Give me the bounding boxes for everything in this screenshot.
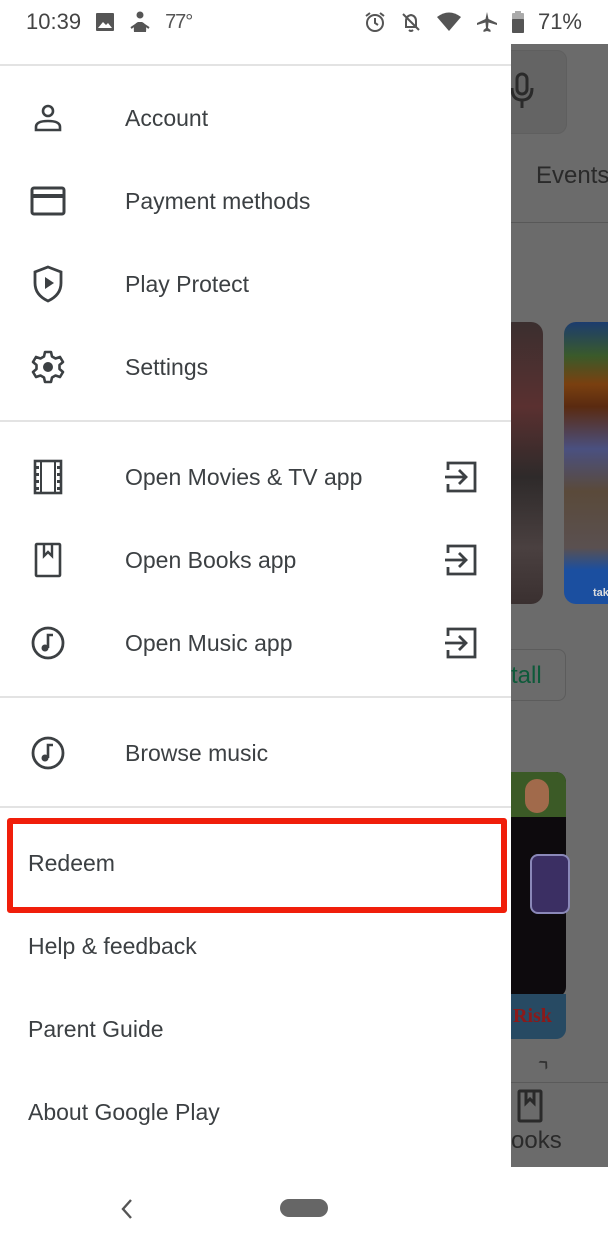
drawer-item-label: Settings <box>125 353 209 380</box>
drawer-item-label: Help & feedback <box>28 932 197 959</box>
drawer-item-label: Open Music app <box>125 629 293 656</box>
open-app-icon[interactable] <box>443 542 479 578</box>
drawer-item-label: Play Protect <box>125 270 249 297</box>
wifi-icon <box>436 12 462 32</box>
drawer-item-play-protect[interactable]: Play Protect <box>0 244 511 324</box>
open-app-icon[interactable] <box>443 459 479 495</box>
navigation-drawer: Account Payment methods Play Protect Set… <box>0 44 511 1167</box>
image-icon <box>95 12 115 32</box>
book-icon <box>517 1089 543 1128</box>
drawer-section-divider <box>0 696 511 698</box>
drawer-top-divider <box>0 64 511 66</box>
notifications-off-icon <box>400 11 422 33</box>
status-bar: 10:39 77° 71% <box>0 0 608 44</box>
alarm-icon <box>364 11 386 33</box>
book-icon <box>30 542 66 578</box>
drawer-item-open-books[interactable]: Open Books app <box>0 520 511 600</box>
back-chevron-icon <box>121 1199 132 1219</box>
drawer-section-divider <box>0 420 511 422</box>
drawer-item-label: Payment methods <box>125 187 311 214</box>
music-note-icon <box>30 735 66 771</box>
drawer-item-redeem[interactable]: Redeem <box>0 823 511 903</box>
background-nav-label: ooks <box>511 1127 562 1154</box>
drawer-item-browse-music[interactable]: Browse music <box>0 713 511 793</box>
home-button[interactable] <box>280 1199 328 1217</box>
drawer-item-label: Parent Guide <box>28 1015 164 1042</box>
film-icon <box>30 459 66 495</box>
background-app-tile <box>530 854 570 914</box>
background-app-scrim[interactable]: Events tak tall Risk › ooks <box>511 42 608 1167</box>
drawer-item-about-google-play[interactable]: About Google Play <box>0 1072 511 1152</box>
drawer-item-parent-guide[interactable]: Parent Guide <box>0 989 511 1069</box>
music-note-icon <box>30 625 66 661</box>
battery-percent: 71% <box>537 9 582 34</box>
background-app-title: Risk <box>513 1005 552 1027</box>
back-button[interactable] <box>112 1191 142 1227</box>
drawer-item-label: Browse music <box>125 739 269 766</box>
background-tab-divider <box>511 222 608 223</box>
background-install-label: tall <box>511 662 542 689</box>
background-nav-divider <box>511 1082 608 1083</box>
drawer-item-open-movies-tv[interactable]: Open Movies & TV app <box>0 437 511 517</box>
background-app-avatar <box>525 779 549 813</box>
drawer-item-label: Open Books app <box>125 546 297 573</box>
background-card <box>564 322 608 604</box>
drawer-item-help-feedback[interactable]: Help & feedback <box>0 906 511 986</box>
drawer-item-label: Account <box>125 104 209 131</box>
system-navigation-bar <box>0 1167 608 1250</box>
microphone-icon <box>511 72 537 117</box>
drawer-item-label: Redeem <box>28 849 115 876</box>
settings-gear-icon <box>30 349 66 385</box>
play-protect-shield-icon <box>30 265 66 303</box>
open-app-icon[interactable] <box>443 625 479 661</box>
airplane-icon <box>476 11 498 33</box>
background-tab-events: Events <box>536 162 608 189</box>
status-time: 10:39 <box>26 9 82 34</box>
status-temperature: 77° <box>165 10 193 33</box>
drawer-item-label: About Google Play <box>28 1098 220 1125</box>
battery-icon <box>511 11 524 33</box>
drawer-item-payment-methods[interactable]: Payment methods <box>0 161 511 241</box>
credit-card-icon <box>30 183 66 219</box>
drawer-section-divider <box>0 806 511 808</box>
drawer-item-label: Open Movies & TV app <box>125 463 363 490</box>
background-card-label: tak <box>593 587 608 599</box>
chevron-icon: › <box>529 1048 557 1076</box>
background-card <box>511 322 543 604</box>
drawer-item-account[interactable]: Account <box>0 78 511 158</box>
account-icon <box>30 100 66 136</box>
drawer-item-open-music[interactable]: Open Music app <box>0 603 511 683</box>
weather-icon <box>129 10 151 34</box>
drawer-item-settings[interactable]: Settings <box>0 327 511 407</box>
